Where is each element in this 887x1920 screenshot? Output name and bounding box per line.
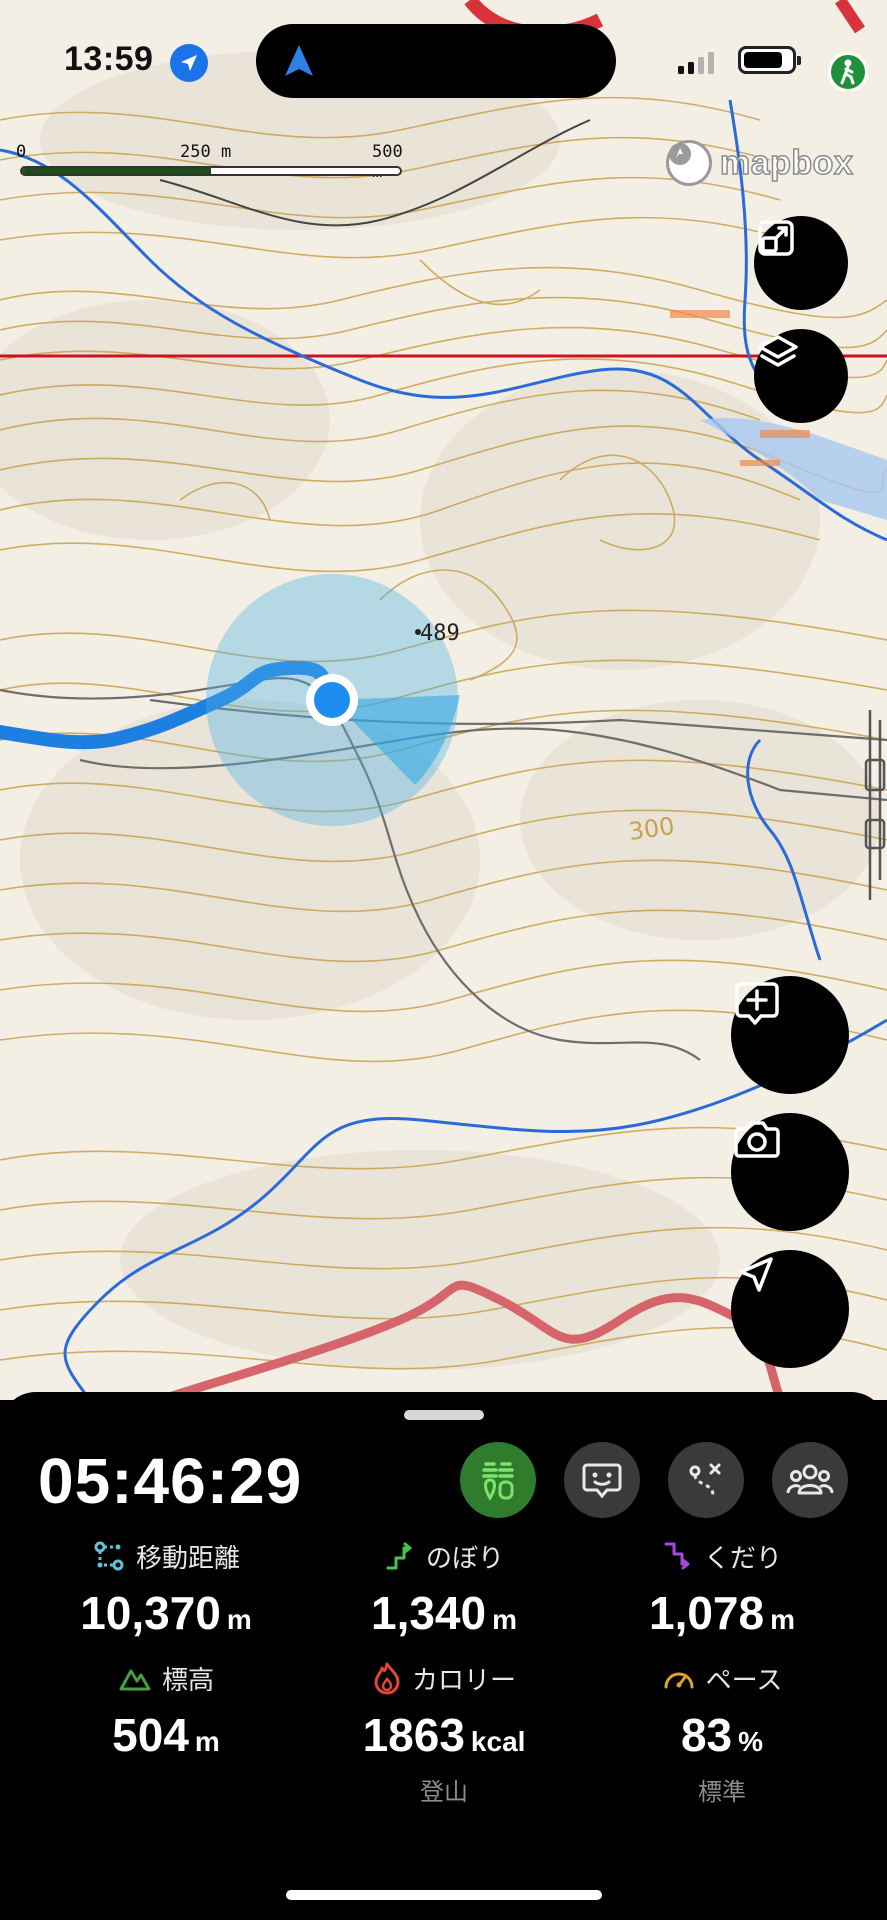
stat-descent-value: 1,078 [648,1587,765,1639]
scale-bar: 0 250 m 500 m [16,142,403,182]
stat-elevation-value: 504 [112,1709,189,1761]
stat-descent: くだり 1,078 m [582,1538,862,1640]
stat-calories-value: 1863 [362,1709,465,1761]
speedometer-icon [664,1672,694,1689]
stat-calories-sub: 登山 [420,1778,468,1806]
stat-ascent-unit: m [492,1604,518,1635]
stat-elevation: 標高 504 m [26,1660,306,1762]
location-arrow-icon [170,44,208,82]
scale-label-500: 500 m [372,142,403,182]
mapbox-logo-icon [666,140,712,186]
expand-button[interactable] [754,216,848,310]
mountain-icon [119,1669,151,1691]
navigation-icon [285,45,313,76]
stat-elevation-unit: m [194,1726,220,1757]
ascent-icon [386,1542,412,1570]
stat-descent-label: くだり [703,1543,782,1574]
stat-ascent-value: 1,340 [370,1587,487,1639]
panel-grabber[interactable] [404,1410,484,1420]
mode-hiking[interactable] [460,1442,536,1518]
hiker-icon[interactable] [828,52,868,92]
face-icon [582,1463,622,1499]
scale-fill [22,168,211,174]
stat-distance-label: 移動距離 [135,1543,240,1574]
mode-route[interactable] [668,1442,744,1518]
scale-label-250: 250 m [180,142,232,162]
mode-face[interactable] [564,1442,640,1518]
elapsed-time: 05:46:29 [38,1445,303,1517]
mapbox-wordmark: mapbox [719,143,854,183]
stat-pace: ペース 83% 標準 [582,1660,862,1807]
stat-pace-label: ペース [705,1665,783,1696]
add-memo-button[interactable] [731,976,849,1094]
camera-button[interactable] [731,1113,849,1231]
stat-pace-sub: 標準 [698,1778,746,1806]
battery-icon [738,46,801,74]
stat-descent-unit: m [770,1604,796,1635]
scale-track [20,166,402,176]
stat-ascent: のぼり 1,340 m [304,1538,584,1640]
scale-label-0: 0 [16,142,27,162]
stat-calories-unit: kcal [470,1726,526,1757]
stat-pace-unit: % [738,1726,764,1757]
mode-group[interactable] [772,1442,848,1518]
stat-distance-value: 10,370 [80,1587,221,1639]
locate-button[interactable] [731,1250,849,1368]
status-time: 13:59 [64,40,154,78]
add-note-icon [735,982,779,1025]
mapbox-attribution[interactable]: mapbox [666,140,854,186]
home-indicator[interactable] [286,1890,602,1900]
hiking-icon [482,1462,514,1501]
flame-icon [374,1662,400,1695]
activity-panel[interactable]: 05:46:29 移動距離 10,370 m のぼり 1,340 m くだり 1… [0,1392,887,1920]
dynamic-island[interactable] [256,24,616,98]
stat-ascent-label: のぼり [425,1543,504,1574]
route-icon [689,1463,721,1496]
camera-icon [734,1121,780,1158]
expand-icon [758,220,794,256]
battery-level [744,52,783,68]
stat-elevation-label: 標高 [161,1665,214,1696]
stat-calories: カロリー 1863 kcal 登山 [304,1660,584,1807]
stat-calories-label: カロリー [411,1665,516,1696]
signal-icon [678,52,714,74]
topographic-map[interactable]: 489 300 0 250 m 500 m mapbox [0,0,887,1400]
group-icon [786,1464,834,1495]
layers-icon [758,335,798,367]
stat-pace-value: 83 [680,1709,733,1761]
descent-icon [664,1542,690,1570]
location-arrow-icon [739,1257,773,1292]
distance-icon [94,1541,124,1571]
stat-distance-unit: m [226,1604,252,1635]
elevation-label-489: 489 [420,621,460,646]
stat-distance: 移動距離 10,370 m [26,1538,306,1640]
layers-button[interactable] [754,329,848,423]
